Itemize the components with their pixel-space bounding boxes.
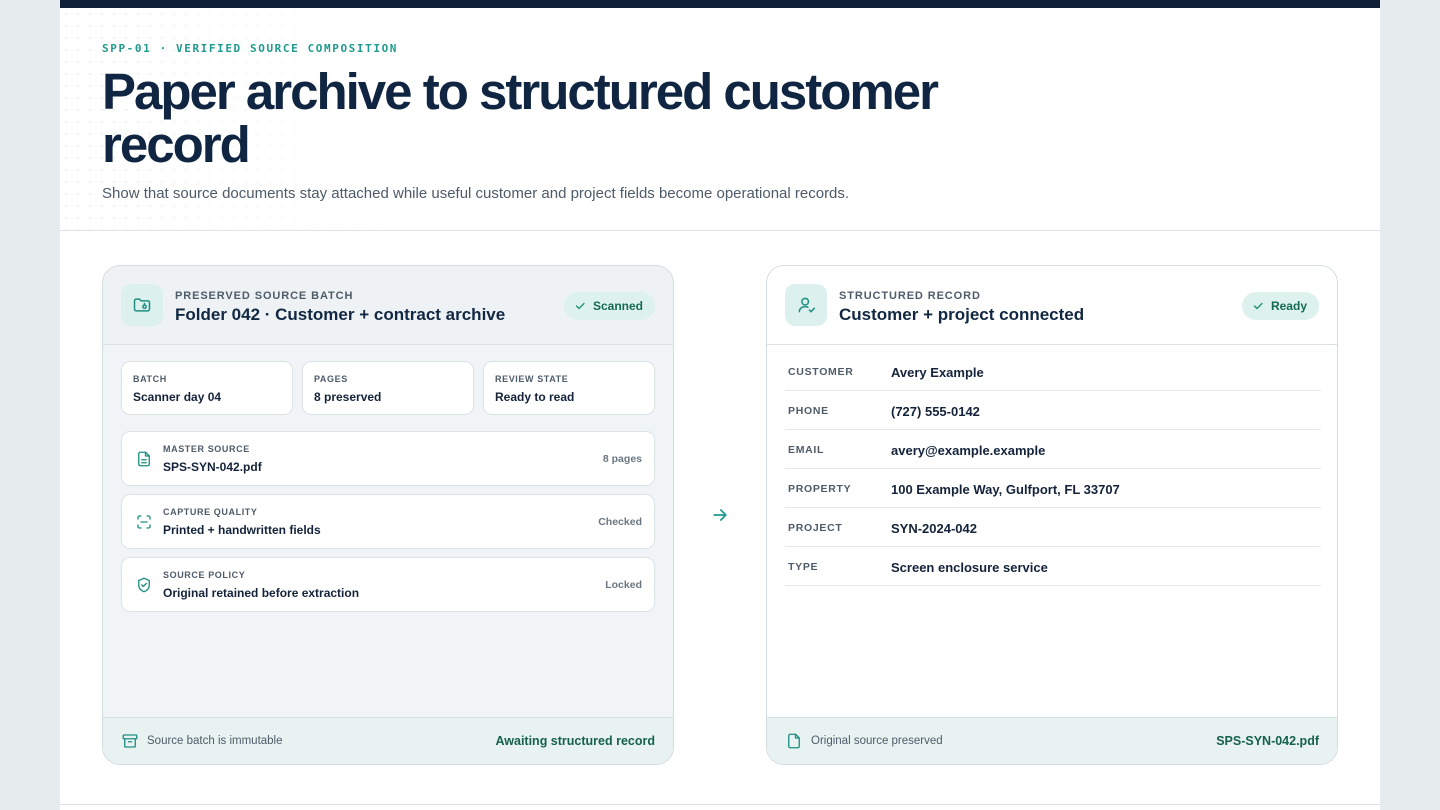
row-status: Locked <box>605 579 642 591</box>
field-key: EMAIL <box>788 444 825 456</box>
stat-pages: PAGES 8 preserved <box>302 361 474 415</box>
archive-box-icon <box>122 734 138 748</box>
source-footer-text: Source batch is immutable <box>147 735 283 747</box>
row-value: SPS-SYN-042.pdf <box>163 460 262 474</box>
field-value[interactable]: avery@example.example <box>891 443 1045 458</box>
source-panel-eyebrow: PRESERVED SOURCE BATCH <box>175 290 354 302</box>
app-frame: SPP-01 · VERIFIED SOURCE COMPOSITION Pap… <box>0 0 1440 810</box>
stat-review-state: REVIEW STATE Ready to read <box>483 361 655 415</box>
source-panel-title: Folder 042 · Customer + contract archive <box>175 305 506 324</box>
field-key: TYPE <box>788 561 819 573</box>
record-panel-header: STRUCTURED RECORD Customer + project con… <box>767 266 1337 345</box>
stat-batch: BATCH Scanner day 04 <box>121 361 293 415</box>
ready-badge: Ready <box>1241 292 1319 320</box>
check-icon <box>1253 302 1263 310</box>
row-value: Printed + handwritten fields <box>163 523 321 537</box>
row-value: Original retained before extraction <box>163 586 360 600</box>
field-email: EMAIL avery@example.example <box>785 430 1321 469</box>
field-value[interactable]: SYN-2024-042 <box>891 521 977 536</box>
document-icon <box>138 451 150 467</box>
stat-value: Ready to read <box>495 390 575 404</box>
field-key: PHONE <box>788 405 829 417</box>
top-bar <box>60 0 1380 8</box>
field-value[interactable]: (727) 555-0142 <box>891 404 980 419</box>
record-panel-title: Customer + project connected <box>839 305 1085 324</box>
field-phone: PHONE (727) 555-0142 <box>785 391 1321 430</box>
row-label: CAPTURE QUALITY <box>163 507 258 517</box>
ready-badge-label: Ready <box>1270 299 1307 313</box>
arrow-right-icon <box>713 509 727 521</box>
user-check-icon <box>785 284 827 326</box>
stat-label: BATCH <box>133 374 167 384</box>
field-type: TYPE Screen enclosure service <box>785 547 1321 586</box>
row-label: MASTER SOURCE <box>163 444 250 454</box>
source-batch-panel: PRESERVED SOURCE BATCH Folder 042 · Cust… <box>102 265 674 765</box>
page-title: Paper archive to structured customer rec… <box>102 63 939 173</box>
field-customer: CUSTOMER Avery Example <box>785 352 1321 391</box>
row-status: Checked <box>598 516 642 528</box>
record-footer-file[interactable]: SPS-SYN-042.pdf <box>1216 734 1319 748</box>
record-footer-text: Original source preserved <box>811 735 943 747</box>
file-icon <box>788 733 800 749</box>
stat-label: PAGES <box>314 374 348 384</box>
field-key: PROPERTY <box>788 483 852 495</box>
source-panel-footer: Source batch is immutable Awaiting struc… <box>103 717 673 764</box>
page-eyebrow: SPP-01 · VERIFIED SOURCE COMPOSITION <box>102 42 399 55</box>
stat-value: 8 preserved <box>314 390 382 404</box>
page-subtitle: Show that source documents stay attached… <box>102 185 850 202</box>
record-panel-footer: Original source preserved SPS-SYN-042.pd… <box>767 717 1337 764</box>
page: SPP-01 · VERIFIED SOURCE COMPOSITION Pap… <box>60 0 1380 810</box>
field-key: PROJECT <box>788 522 843 534</box>
capture-quality-row[interactable]: CAPTURE QUALITY Printed + handwritten fi… <box>121 494 655 549</box>
row-label: SOURCE POLICY <box>163 570 246 580</box>
header-divider <box>60 230 1380 231</box>
bottom-divider <box>60 804 1380 805</box>
stat-value: Scanner day 04 <box>133 390 222 404</box>
row-status: 8 pages <box>602 453 642 465</box>
master-source-row[interactable]: MASTER SOURCE SPS-SYN-042.pdf 8 pages <box>121 431 655 486</box>
source-panel-header: PRESERVED SOURCE BATCH Folder 042 · Cust… <box>103 266 673 345</box>
field-value[interactable]: Screen enclosure service <box>891 560 1048 575</box>
field-property: PROPERTY 100 Example Way, Gulfport, FL 3… <box>785 469 1321 508</box>
field-project: PROJECT SYN-2024-042 <box>785 508 1321 547</box>
field-value[interactable]: Avery Example <box>891 365 984 380</box>
folder-icon <box>121 284 163 326</box>
source-policy-row[interactable]: SOURCE POLICY Original retained before e… <box>121 557 655 612</box>
field-key: CUSTOMER <box>788 366 854 378</box>
structured-record-panel: STRUCTURED RECORD Customer + project con… <box>766 265 1338 765</box>
page-header: SPP-01 · VERIFIED SOURCE COMPOSITION Pap… <box>102 42 1202 202</box>
check-icon <box>575 302 585 310</box>
field-value[interactable]: 100 Example Way, Gulfport, FL 33707 <box>891 482 1120 497</box>
scanned-badge: Scanned <box>563 292 655 320</box>
source-footer-status: Awaiting structured record <box>495 734 655 748</box>
stat-label: REVIEW STATE <box>495 374 569 384</box>
scan-icon <box>137 515 151 529</box>
shield-check-icon <box>138 577 150 593</box>
record-panel-eyebrow: STRUCTURED RECORD <box>839 290 981 302</box>
scanned-badge-label: Scanned <box>592 299 643 313</box>
